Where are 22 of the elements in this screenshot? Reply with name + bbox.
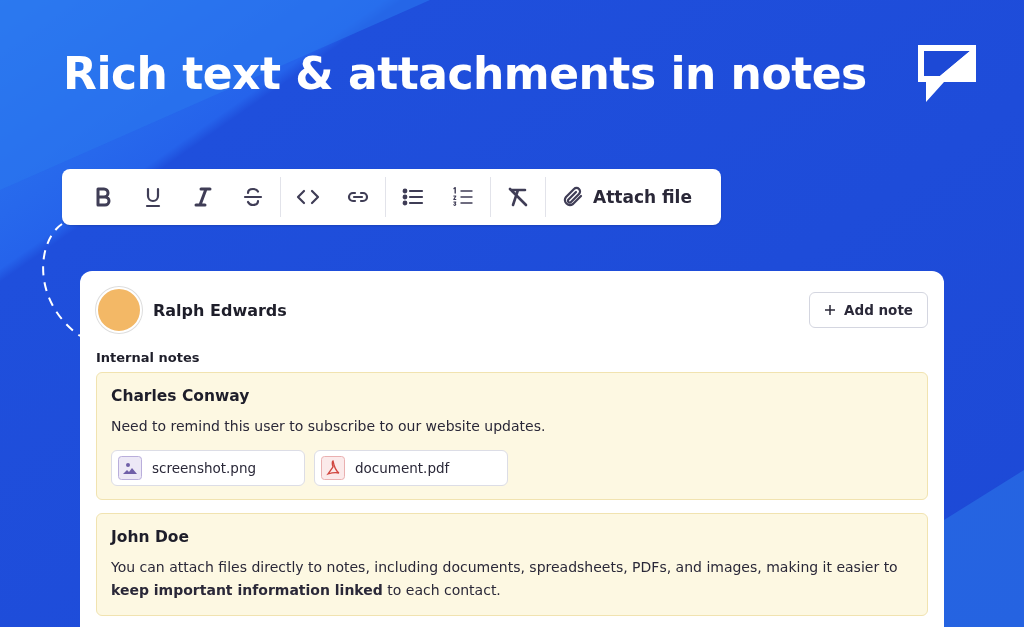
numbered-list-icon bbox=[451, 185, 475, 209]
clear-format-icon bbox=[506, 185, 530, 209]
paperclip-icon bbox=[561, 185, 585, 209]
attachment-chip[interactable]: screenshot.png bbox=[111, 450, 305, 486]
note-text: Need to remind this user to subscribe to our website updates. bbox=[111, 417, 547, 436]
section-label: Internal notes bbox=[96, 350, 201, 365]
note-author: Charles Conway bbox=[111, 387, 251, 405]
attachment-chip[interactable]: document.pdf bbox=[314, 450, 508, 486]
headline: Rich text & attachments in notes bbox=[63, 48, 867, 101]
add-note-button[interactable]: Add note bbox=[809, 292, 928, 328]
avatar bbox=[96, 287, 142, 333]
note-author: John Doe bbox=[111, 528, 190, 546]
note-text: You can attach files directly to notes, including documents, spreadsheets, PDFs, and images, making it easier to keep important information linked to each contact. bbox=[111, 558, 899, 600]
attach-button[interactable]: Attach file bbox=[557, 181, 696, 213]
file-name: screenshot.png bbox=[152, 460, 256, 476]
file-name: document.pdf bbox=[355, 460, 450, 476]
pdf-file-icon bbox=[321, 456, 345, 480]
strikethrough-icon bbox=[241, 185, 265, 209]
contact-name: Ralph Edwards bbox=[153, 300, 287, 320]
logo-icon bbox=[918, 45, 976, 103]
plus-icon bbox=[824, 304, 836, 316]
image-file-icon bbox=[118, 456, 142, 480]
